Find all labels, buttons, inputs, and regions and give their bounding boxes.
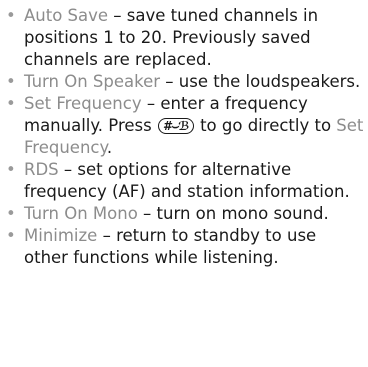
desc-set-frequency-b: to go directly to bbox=[194, 116, 337, 135]
desc-set-frequency-c: . bbox=[106, 138, 113, 157]
bullet-icon: • bbox=[6, 204, 16, 223]
list-item-minimize: • Minimize – return to standby to use ot… bbox=[0, 225, 368, 269]
list-item-set-frequency: • Set Frequency – enter a frequency manu… bbox=[0, 93, 368, 159]
list-item-auto-save: • Auto Save – save tuned channels in pos… bbox=[0, 5, 368, 71]
desc-turn-on-speaker: – use the loudspeakers. bbox=[160, 72, 361, 91]
bullet-icon: • bbox=[6, 94, 16, 113]
list-item-turn-on-mono: • Turn On Mono – turn on mono sound. bbox=[0, 203, 368, 225]
options-list: • Auto Save – save tuned channels in pos… bbox=[0, 5, 368, 269]
term-auto-save: Auto Save bbox=[24, 6, 109, 25]
term-minimize: Minimize bbox=[24, 226, 98, 245]
desc-turn-on-mono: – turn on mono sound. bbox=[137, 204, 329, 223]
term-rds: RDS bbox=[24, 160, 59, 179]
hash-key-icon: #⌣ℬ bbox=[157, 118, 194, 134]
bullet-icon: • bbox=[6, 72, 16, 91]
list-item-turn-on-speaker: • Turn On Speaker – use the loudspeakers… bbox=[0, 71, 368, 93]
bullet-icon: • bbox=[6, 160, 16, 179]
bullet-icon: • bbox=[6, 226, 16, 245]
list-item-rds: • RDS – set options for alternative freq… bbox=[0, 159, 368, 203]
term-turn-on-mono: Turn On Mono bbox=[24, 204, 138, 223]
desc-rds: – set options for alternative frequency … bbox=[24, 160, 350, 201]
term-turn-on-speaker: Turn On Speaker bbox=[24, 72, 161, 91]
bullet-icon: • bbox=[6, 6, 16, 25]
term-set-frequency: Set Frequency bbox=[24, 94, 142, 113]
